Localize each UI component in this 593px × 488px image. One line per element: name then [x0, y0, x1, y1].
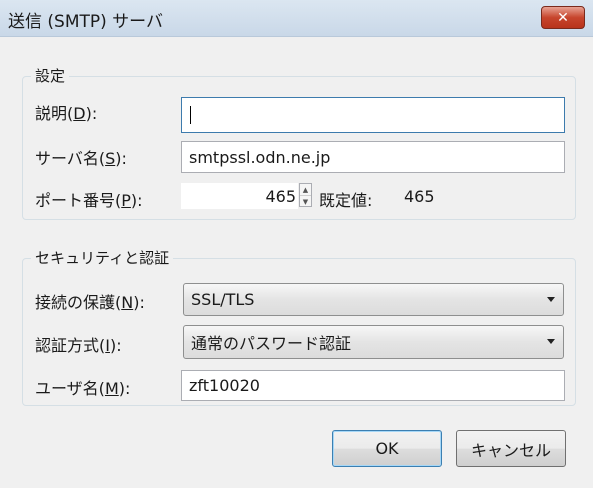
username-input[interactable]: zft10020	[181, 370, 565, 401]
chevron-down-icon	[547, 339, 555, 344]
security-group-legend: セキュリティと認証	[31, 247, 174, 268]
port-input[interactable]: 465	[181, 183, 298, 209]
title-bar[interactable]: 送信 (SMTP) サーバ ✕	[0, 0, 593, 37]
port-default-label: 既定値:	[319, 191, 373, 210]
text-caret	[190, 106, 191, 124]
settings-group: 設定 説明(D): サーバ名(S): smtpssl.odn.ne.jp ポート…	[22, 65, 576, 220]
connection-security-value: SSL/TLS	[191, 290, 255, 309]
port-label: ポート番号(P):	[35, 191, 143, 210]
chevron-down-icon	[547, 296, 555, 302]
spin-down-icon[interactable]: ▼	[300, 195, 311, 207]
smtp-server-dialog: 送信 (SMTP) サーバ ✕ 設定 説明(D): サーバ名(S): smtps…	[0, 0, 593, 488]
connection-security-label: 接続の保護(N):	[35, 293, 145, 312]
auth-method-value: 通常のパスワード認証	[191, 334, 352, 353]
port-value: 465	[265, 186, 296, 206]
port-default-value: 465	[404, 187, 435, 206]
connection-security-dropdown[interactable]: SSL/TLS	[183, 283, 564, 316]
ok-button[interactable]: OK	[332, 430, 442, 467]
window-title: 送信 (SMTP) サーバ	[8, 12, 163, 32]
username-label: ユーザ名(M):	[35, 379, 131, 398]
cancel-button[interactable]: キャンセル	[456, 430, 566, 467]
username-value: zft10020	[189, 376, 260, 395]
auth-method-label: 認証方式(I):	[35, 336, 122, 355]
description-label: 説明(D):	[35, 104, 98, 123]
close-icon: ✕	[557, 9, 569, 26]
server-name-input[interactable]: smtpssl.odn.ne.jp	[181, 141, 565, 173]
auth-method-dropdown[interactable]: 通常のパスワード認証	[183, 325, 564, 359]
description-input[interactable]	[181, 97, 565, 133]
close-button[interactable]: ✕	[541, 6, 585, 29]
settings-group-legend: 設定	[31, 65, 70, 86]
security-authentication-group: セキュリティと認証 接続の保護(N): SSL/TLS 認証方式(I): 通常の…	[22, 247, 576, 406]
server-name-value: smtpssl.odn.ne.jp	[189, 147, 331, 167]
server-name-label: サーバ名(S):	[35, 149, 127, 168]
port-spinner[interactable]: ▲ ▼	[299, 183, 312, 207]
spin-up-icon[interactable]: ▲	[300, 184, 311, 195]
